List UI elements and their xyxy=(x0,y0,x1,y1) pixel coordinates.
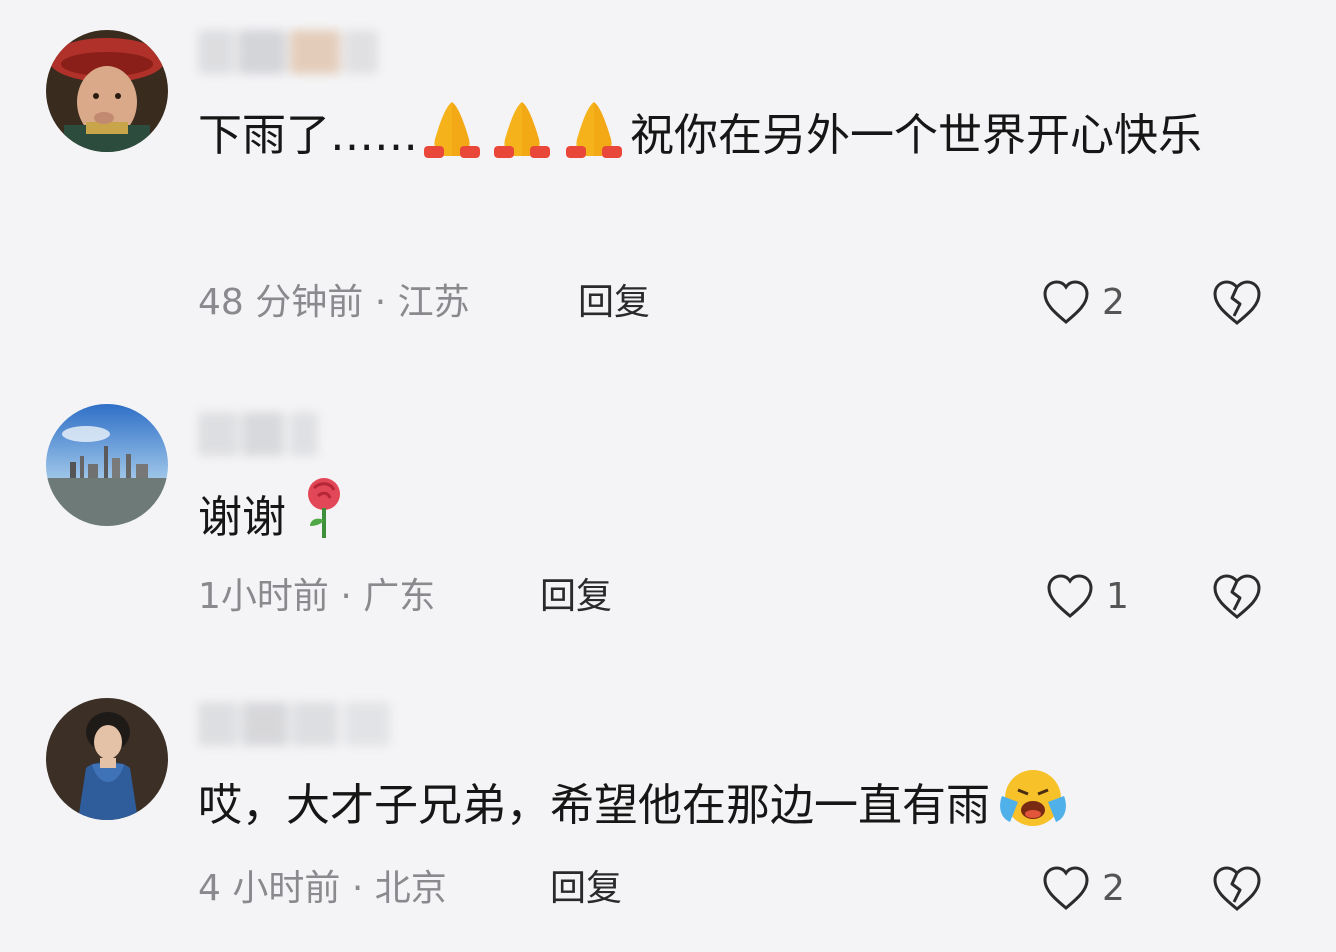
comment-text: 谢谢 xyxy=(198,474,1258,568)
like-button[interactable]: 2 xyxy=(1040,274,1125,330)
comment-meta: 4 小时前 · 北京 xyxy=(198,864,447,914)
folded-hands-icon xyxy=(558,96,630,186)
rose-icon xyxy=(300,474,348,568)
meta-separator: · xyxy=(340,576,352,617)
like-count: 2 xyxy=(1102,281,1125,323)
broken-heart-icon xyxy=(1213,866,1261,911)
comment-text: 下雨了…… 祝你在另外一个世界开心快乐 xyxy=(198,96,1258,186)
dislike-button[interactable] xyxy=(1210,570,1264,622)
folded-hands-icon xyxy=(418,96,486,186)
broken-heart-icon xyxy=(1213,574,1261,619)
comment-text: 哎，大才子兄弟，希望他在那边一直有雨 xyxy=(198,766,1258,856)
comment-location: 江苏 xyxy=(397,282,470,323)
username-blurred[interactable] xyxy=(198,702,394,746)
folded-hands-icon xyxy=(486,96,558,186)
comment-time: 1小时前 xyxy=(198,576,329,617)
heart-outline-icon xyxy=(1047,574,1093,618)
like-count: 1 xyxy=(1106,575,1129,617)
comment-time: 48 分钟前 xyxy=(198,282,364,323)
crying-face-icon xyxy=(996,766,1070,856)
like-count: 2 xyxy=(1102,867,1125,909)
like-button[interactable]: 2 xyxy=(1040,860,1125,916)
meta-separator: · xyxy=(374,282,387,323)
comment-text-main: 谢谢 xyxy=(198,492,286,543)
comment-location: 北京 xyxy=(374,868,447,909)
reply-button[interactable]: 回复 xyxy=(540,572,612,622)
dislike-button[interactable] xyxy=(1210,862,1264,914)
comment-text-main: 下雨了…… xyxy=(198,110,418,161)
reply-button[interactable]: 回复 xyxy=(578,278,650,328)
like-button[interactable]: 1 xyxy=(1044,568,1129,624)
meta-separator: · xyxy=(351,868,364,909)
dislike-button[interactable] xyxy=(1210,276,1264,328)
comment-text-after: 祝你在另外一个世界开心快乐 xyxy=(630,110,1202,161)
heart-outline-icon xyxy=(1043,280,1089,324)
avatar[interactable] xyxy=(46,30,168,152)
comment-meta: 1小时前 · 广东 xyxy=(198,572,435,622)
avatar[interactable] xyxy=(46,404,168,526)
username-blurred[interactable] xyxy=(198,30,398,74)
broken-heart-icon xyxy=(1213,280,1261,325)
comment-time: 4 小时前 xyxy=(198,868,341,909)
comment-text-main: 哎，大才子兄弟，希望他在那边一直有雨 xyxy=(198,780,990,831)
heart-outline-icon xyxy=(1043,866,1089,910)
reply-button[interactable]: 回复 xyxy=(550,864,622,914)
username-blurred[interactable] xyxy=(198,412,323,456)
comment-location: 广东 xyxy=(363,576,436,617)
avatar[interactable] xyxy=(46,698,168,820)
comment-meta: 48 分钟前 · 江苏 xyxy=(198,278,470,328)
